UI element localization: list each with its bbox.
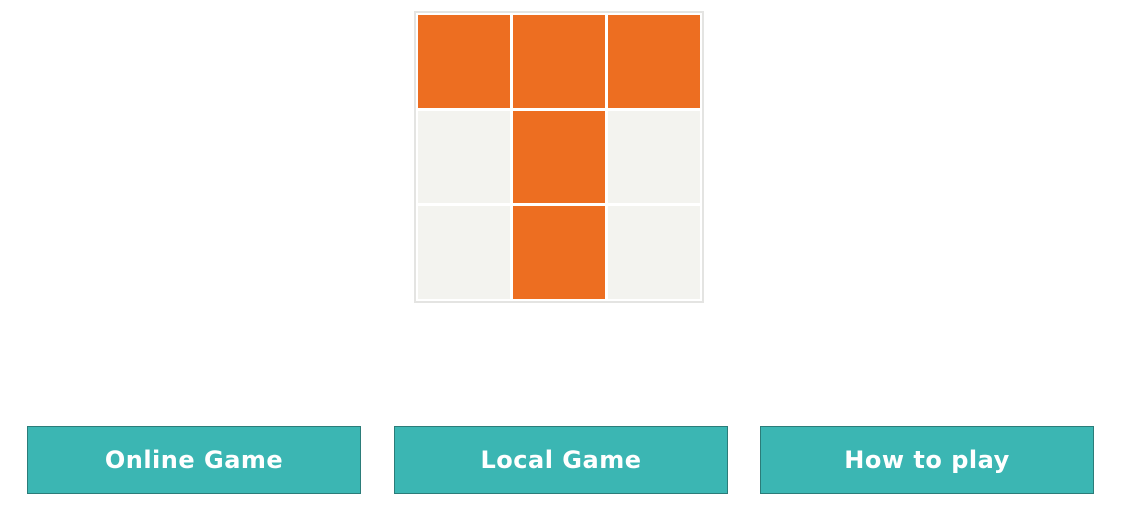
how-to-play-button[interactable]: How to play (760, 426, 1094, 494)
game-board (414, 11, 704, 303)
online-game-button[interactable]: Online Game (27, 426, 361, 494)
board-cell-5[interactable] (513, 110, 605, 204)
board-cell-4[interactable] (418, 110, 510, 204)
board-cell-8[interactable] (513, 206, 605, 299)
board-cell-1[interactable] (418, 15, 510, 108)
local-game-button[interactable]: Local Game (394, 426, 728, 494)
board-cell-6[interactable] (608, 110, 700, 204)
board-cell-7[interactable] (418, 206, 510, 299)
board-cell-9[interactable] (608, 206, 700, 299)
board-cell-3[interactable] (608, 15, 700, 108)
board-cell-2[interactable] (513, 15, 605, 108)
